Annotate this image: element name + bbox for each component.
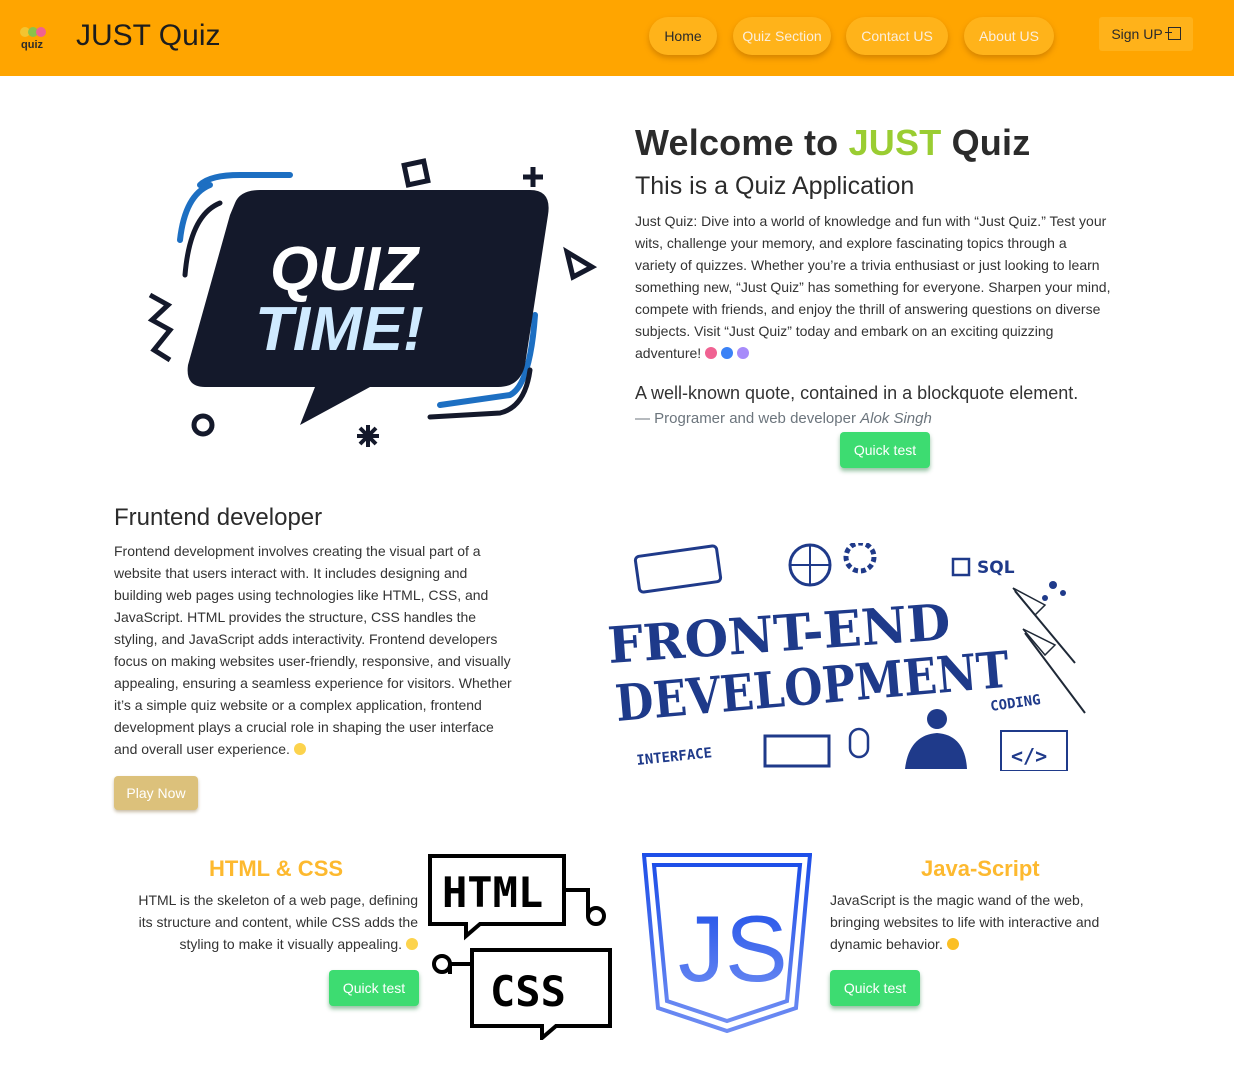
- logo-text: quiz: [21, 39, 43, 51]
- frontend-line: focus on making websites user-friendly, …: [114, 653, 511, 669]
- hero-paragraph: Just Quiz: Dive into a world of knowledg…: [635, 210, 1155, 364]
- blockquote-text: A well-known quote, contained in a block…: [635, 383, 1079, 403]
- javascript-paragraph: JavaScript is the magic wand of the web,…: [830, 889, 1150, 955]
- frontend-line: building web pages using technologies li…: [114, 587, 489, 603]
- html-css-title: HTML & CSS: [209, 856, 344, 881]
- html-css-quick-test-button[interactable]: Quick test: [329, 970, 419, 1006]
- frontend-paragraph: Frontend development involves creating t…: [114, 540, 554, 760]
- sparkles-emoji-icon: [946, 938, 959, 950]
- html-css-line-last: styling to make it visually appealing.: [120, 933, 418, 955]
- javascript-shield-icon: JS: [642, 853, 812, 1033]
- hero-line: something new, “Just Quiz” has something…: [635, 279, 1111, 295]
- brain-emoji-icon: [705, 347, 718, 359]
- frontend-line: appealing, ensuring a seamless experienc…: [114, 675, 512, 691]
- frontend-line: JavaScript. HTML provides the structure,…: [114, 609, 477, 625]
- html-css-paragraph: HTML is the skeleton of a web page, defi…: [120, 889, 418, 955]
- html-css-line: HTML is the skeleton of a web page, defi…: [138, 892, 418, 908]
- html-css-line: styling to make it visually appealing.: [179, 936, 402, 952]
- html-css-logo-icon: HTML CSS: [428, 854, 612, 1040]
- hero-line-last: adventure!: [635, 342, 1155, 364]
- frontend-development-illustration: SQL FRONT-END DEVELOPMENT CODING INTERFA…: [606, 543, 1086, 771]
- hero-quick-test-button[interactable]: Quick test: [840, 432, 930, 468]
- blockquote-footer: — Programer and web developer Alok Singh: [635, 410, 932, 427]
- css-word: CSS: [490, 967, 566, 1016]
- javascript-line: bringing websites to life with interacti…: [830, 914, 1100, 930]
- frontend-line: styling, and JavaScript adds interactivi…: [114, 631, 498, 647]
- javascript-line: dynamic behavior.: [830, 936, 943, 952]
- magnifier-emoji-icon: [721, 347, 734, 359]
- html-css-line: its structure and content, while CSS add…: [138, 914, 418, 930]
- hero-line: adventure!: [635, 345, 702, 361]
- nav-quiz-section[interactable]: Quiz Section: [733, 17, 831, 55]
- hero-line: Just Quiz: Dive into a world of knowledg…: [635, 213, 1107, 229]
- javascript-line-last: dynamic behavior.: [830, 933, 1150, 955]
- quote-author: Alok Singh: [860, 410, 932, 427]
- javascript-title: Java-Script: [921, 856, 1040, 881]
- signup-label: Sign UP: [1111, 26, 1163, 42]
- hero-title-accent: JUST: [848, 122, 942, 163]
- hero-line: wits, challenge your memory, and explore…: [635, 235, 1067, 251]
- sun-emoji-icon: [293, 743, 306, 755]
- quiz-time-illustration: QUIZ TIME!: [147, 158, 598, 447]
- sun-emoji-icon: [406, 938, 418, 950]
- quiz-word: QUIZ: [270, 235, 420, 304]
- frontend-line: it’s a simple quiz website or a complex …: [114, 697, 482, 713]
- time-word: TIME!: [255, 295, 424, 364]
- navbar: quiz JUST Quiz Home Quiz Section Contact…: [0, 0, 1234, 76]
- nav-home[interactable]: Home: [649, 17, 717, 55]
- brand-title[interactable]: JUST Quiz: [76, 17, 220, 55]
- nav-about-us[interactable]: About US: [964, 17, 1054, 55]
- hero-title: Welcome to JUST Quiz: [635, 122, 1030, 164]
- sql-word: SQL: [977, 558, 1015, 578]
- hero-line: compete with friends, and enjoy the thri…: [635, 301, 1101, 317]
- html-word: HTML: [442, 868, 543, 917]
- signup-button[interactable]: Sign UP: [1099, 17, 1193, 51]
- play-now-button[interactable]: Play Now: [114, 776, 198, 810]
- party-emoji-icon: [737, 347, 750, 359]
- interface-word: INTERFACE: [636, 745, 713, 769]
- frontend-line: Frontend development involves creating t…: [114, 543, 481, 559]
- code-tag-word: </>: [1011, 744, 1047, 768]
- hero-line: subjects. Visit “Just Quiz” today and em…: [635, 323, 1054, 339]
- javascript-line: JavaScript is the magic wand of the web,: [830, 892, 1084, 908]
- quote-source: — Programer and web developer: [635, 410, 861, 427]
- nav-contact-us[interactable]: Contact US: [846, 17, 948, 55]
- js-word: JS: [678, 896, 788, 1001]
- frontend-line: website that users interact with. It inc…: [114, 565, 468, 581]
- hero-title-prefix: Welcome to: [635, 122, 849, 163]
- frontend-line-last: and overall user experience.: [114, 738, 554, 760]
- javascript-quick-test-button[interactable]: Quick test: [830, 970, 920, 1006]
- hero-title-suffix: Quiz: [941, 122, 1031, 163]
- hero-line: variety of quizzes. Whether you’re a tri…: [635, 257, 1100, 273]
- hero-subtitle: This is a Quiz Application: [635, 172, 915, 200]
- frontend-line: and overall user experience.: [114, 741, 290, 757]
- quiz-logo-icon[interactable]: quiz: [18, 24, 52, 56]
- frontend-line: development plays a crucial role in shap…: [114, 719, 494, 735]
- sign-in-icon: [1164, 27, 1181, 40]
- frontend-title: Fruntend developer: [114, 504, 323, 531]
